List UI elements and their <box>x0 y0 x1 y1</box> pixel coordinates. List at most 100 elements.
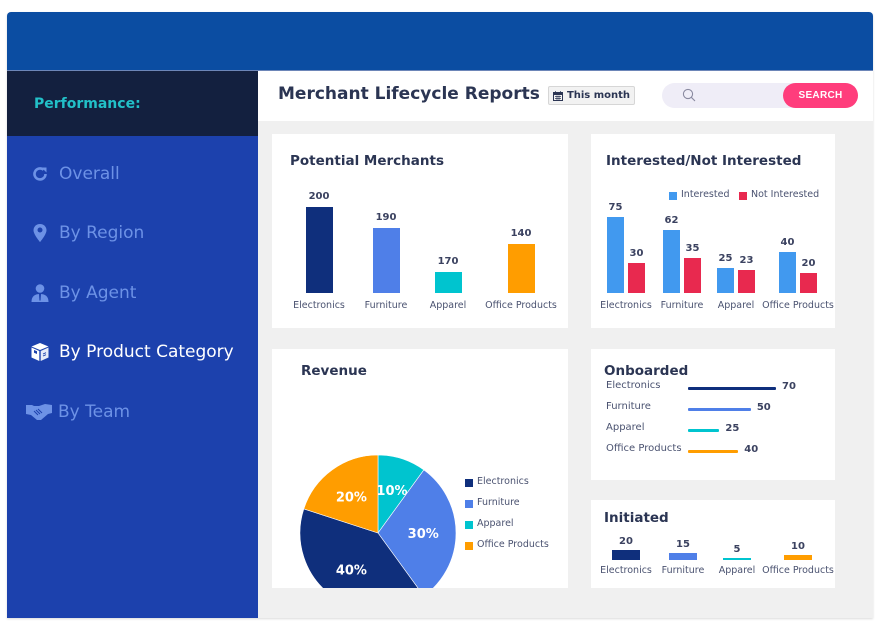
sidebar-item-label: By Region <box>59 223 145 243</box>
legend-label: Apparel <box>477 518 514 529</box>
box-icon <box>30 342 50 362</box>
potential-merchants-card: Potential Merchants 200 Electronics 190 Fur… <box>272 134 568 328</box>
search-bar: SEARCH <box>662 83 858 108</box>
bar-electronics <box>688 387 776 390</box>
legend-label: Electronics <box>477 476 529 487</box>
bar-interested-apparel <box>717 267 734 293</box>
value-label: 70 <box>782 381 796 392</box>
value-label: 15 <box>676 538 690 550</box>
search-button[interactable]: SEARCH <box>783 83 858 108</box>
value-label: 23 <box>739 254 754 266</box>
top-bar <box>7 12 873 71</box>
value-label: 20 <box>619 536 633 547</box>
legend-label: Furniture <box>477 497 520 508</box>
sidebar-item-by-product-category[interactable]: By Product Category <box>7 337 258 367</box>
pie-value-label: 30% <box>408 527 439 542</box>
category-label: Apparel <box>717 300 755 311</box>
page-header: Merchant Lifecycle Reports This month SE… <box>258 71 873 121</box>
category-label: Electronics <box>293 300 345 311</box>
bar-interested-office-products <box>779 252 796 293</box>
legend-swatch-electronics <box>465 479 473 487</box>
bar-apparel <box>434 271 462 293</box>
sidebar-item-label: By Product Category <box>59 342 234 362</box>
card-title: Initiated <box>604 510 669 526</box>
category-label: Office Products <box>762 565 834 576</box>
legend-swatch-interested <box>669 192 677 200</box>
bar-office-products <box>688 450 739 453</box>
sidebar: Performance: Overall By Region By Agent <box>7 71 258 618</box>
onboarded-card: Onboarded Electronics 70 Furniture 50 Appare… <box>591 349 835 480</box>
bar-office-products <box>784 555 812 560</box>
bar-electronics <box>305 207 333 293</box>
bar-electronics <box>612 550 640 560</box>
map-marker-icon <box>30 223 50 243</box>
date-filter-label: This month <box>566 90 631 101</box>
value-label: 200 <box>308 191 330 202</box>
category-label: Apparel <box>718 565 756 576</box>
bar-not-interested-apparel <box>738 269 755 293</box>
legend-swatch-not-interested <box>739 192 747 200</box>
category-label: Office Products <box>485 300 557 311</box>
bar-not-interested-electronics <box>628 262 645 293</box>
value-label: 62 <box>664 215 679 227</box>
category-label: Office Products <box>606 443 682 454</box>
sidebar-item-by-region[interactable]: By Region <box>7 218 258 248</box>
value-label: 25 <box>725 423 740 434</box>
bar-furniture <box>688 408 751 411</box>
bar-apparel <box>723 557 751 560</box>
search-input[interactable] <box>702 85 782 106</box>
category-label: Apparel <box>606 422 645 433</box>
pie-value-label: 20% <box>336 490 367 505</box>
sidebar-item-overall[interactable]: Overall <box>7 159 258 189</box>
sidebar-item-by-agent[interactable]: By Agent <box>7 278 258 308</box>
sidebar-item-label: By Team <box>58 402 131 422</box>
value-label: 30 <box>629 247 644 259</box>
category-label: Furniture <box>661 565 705 576</box>
date-filter-button[interactable]: This month <box>548 86 635 105</box>
sidebar-item-label: By Agent <box>59 283 137 303</box>
refresh-icon <box>30 164 50 184</box>
pie-value-label: 10% <box>376 484 407 499</box>
main-content: Merchant Lifecycle Reports This month SE… <box>258 71 873 618</box>
initiated-card: Initiated 20 Electronics 15 Furniture 5 Appar… <box>591 500 835 588</box>
value-label: 140 <box>510 228 532 240</box>
legend-swatch-apparel <box>465 521 473 529</box>
category-label: Furniture <box>660 300 704 311</box>
bar-furniture <box>372 227 400 293</box>
value-label: 190 <box>375 211 397 223</box>
handshake-icon <box>26 402 52 422</box>
value-label: 25 <box>718 252 733 264</box>
value-label: 75 <box>608 202 623 213</box>
card-title: Onboarded <box>604 363 689 379</box>
category-label: Furniture <box>364 300 408 311</box>
card-title: Interested/Not Interested <box>606 153 802 169</box>
bar-furniture <box>669 552 697 560</box>
legend-swatch-office-products <box>465 542 473 550</box>
calendar-icon <box>552 90 563 101</box>
bar-interested-furniture <box>663 230 680 293</box>
category-label: Electronics <box>600 565 652 576</box>
legend-label: Not Interested <box>751 189 820 200</box>
page-title: Merchant Lifecycle Reports <box>278 84 540 104</box>
interested-not-interested-card: Interested/Not Interested Interested Not… <box>591 134 835 328</box>
revenue-pie-chart: 10% 30% 40% 20% <box>299 454 457 588</box>
value-label: 20 <box>801 257 816 269</box>
category-label: Electronics <box>606 380 661 391</box>
legend-swatch-furniture <box>465 500 473 508</box>
value-label: 10 <box>791 541 805 552</box>
sidebar-item-by-team[interactable]: By Team <box>7 397 258 427</box>
sidebar-heading-label: Performance: <box>34 95 141 112</box>
category-label: Apparel <box>429 300 467 311</box>
sidebar-item-label: Overall <box>59 164 120 184</box>
value-label: 50 <box>756 402 771 413</box>
bar-not-interested-office-products <box>800 272 817 293</box>
bar-not-interested-furniture <box>684 257 701 293</box>
pie-value-label: 40% <box>336 564 367 579</box>
card-title: Potential Merchants <box>290 153 444 169</box>
revenue-card: Revenue 10% 30% 40% 20% Electronics Furnitur… <box>272 349 568 588</box>
bar-office-products <box>507 244 535 293</box>
value-label: 35 <box>685 242 700 254</box>
bar-interested-electronics <box>607 217 624 293</box>
sidebar-heading: Performance: <box>7 71 258 136</box>
user-icon <box>30 283 50 303</box>
